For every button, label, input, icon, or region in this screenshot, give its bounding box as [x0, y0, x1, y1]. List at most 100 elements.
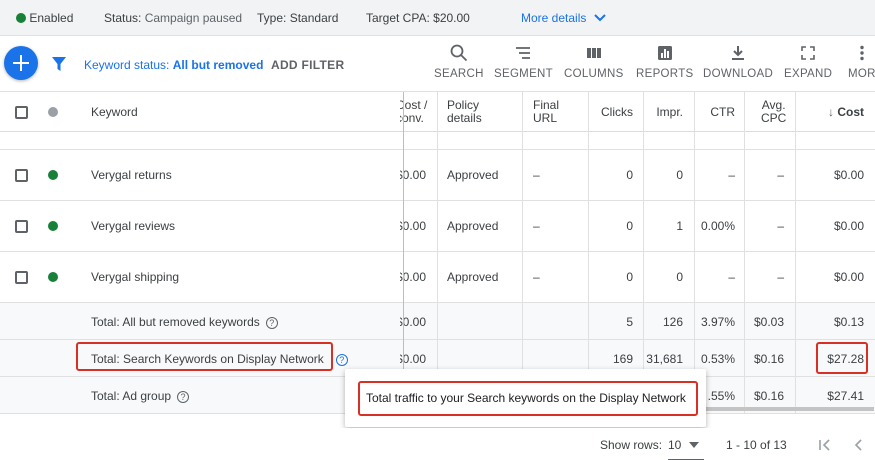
header-avg-cpc-line2: CPC [761, 111, 787, 125]
show-rows-select[interactable]: 10 [668, 438, 699, 452]
select-all-checkbox[interactable] [15, 106, 28, 119]
target-cpa: Target CPA: $20.00 [366, 11, 470, 25]
row-checkbox[interactable] [15, 271, 28, 284]
header-cost[interactable]: ↓ Cost [800, 106, 864, 119]
ctr-cell: 3.97% [700, 315, 735, 329]
row-checkbox[interactable] [15, 169, 28, 182]
header-impr[interactable]: Impr. [640, 106, 683, 119]
column-divider [437, 92, 438, 414]
previous-page-icon[interactable] [852, 438, 864, 452]
segment-tool-button[interactable]: SEGMENT [494, 44, 553, 80]
header-cost-conv-line2: conv. [400, 111, 424, 125]
expand-icon [801, 46, 815, 60]
campaign-status: Status: Campaign paused [104, 11, 242, 25]
columns-icon [586, 48, 601, 58]
row-checkbox[interactable] [15, 220, 28, 233]
header-ctr[interactable]: CTR [695, 106, 735, 119]
download-icon [732, 46, 745, 60]
help-icon[interactable]: ? [335, 354, 348, 366]
more-details-label: More details [521, 11, 587, 25]
keyword-status-prefix: Keyword status: [84, 58, 170, 72]
first-page-icon[interactable] [818, 438, 832, 452]
final-url-cell: – [533, 270, 540, 284]
show-rows-label: Show rows: [600, 438, 663, 452]
total-label-text: Total: All but removed keywords [91, 315, 260, 329]
status-label: Status: [104, 11, 142, 25]
search-tool-label: SEARCH [434, 68, 484, 80]
enabled-status: Enabled [16, 11, 73, 25]
avg-cpc-cell: – [777, 270, 784, 284]
filter-icon[interactable] [52, 56, 66, 72]
campaign-type: Type: Standard [257, 11, 338, 25]
columns-tool-button[interactable]: COLUMNS [564, 44, 624, 80]
expand-tool-button[interactable]: EXPAND [784, 44, 832, 80]
chevron-down-icon [594, 14, 606, 22]
total-label: Total: All but removed keywords? [91, 315, 278, 329]
highlight-box-tooltip [358, 381, 698, 416]
campaign-status-bar: Enabled Status: Campaign paused Type: St… [0, 0, 875, 36]
expand-tool-label: EXPAND [784, 68, 833, 80]
keyword-text[interactable]: Verygal shipping [91, 270, 179, 284]
cost-conv-cell: $0.00 [400, 219, 434, 233]
help-icon[interactable]: ? [265, 317, 278, 329]
cost-cell: $0.00 [833, 270, 864, 284]
header-cost-conv[interactable]: Cost / conv. [400, 99, 434, 125]
avg-cpc-cell: $0.03 [753, 315, 784, 329]
enabled-dot-icon [16, 13, 26, 23]
enabled-status-dot-icon[interactable] [48, 272, 58, 282]
impr-cell: 126 [662, 315, 683, 329]
cost-cell: $0.00 [833, 219, 864, 233]
keyword-text[interactable]: Verygal returns [91, 168, 172, 182]
impr-cell: 0 [676, 168, 683, 182]
policy-cell: Approved [447, 219, 499, 233]
impr-cell: 31,681 [646, 352, 683, 366]
add-button[interactable] [4, 46, 38, 80]
more-tool-button[interactable]: MOR [848, 44, 875, 80]
header-policy-details[interactable]: Policy details [447, 99, 482, 125]
header-final-url[interactable]: Final URL [533, 99, 559, 125]
reports-icon [657, 46, 672, 60]
keyword-status-filter[interactable]: Keyword status: All but removed [84, 58, 263, 72]
help-icon[interactable]: ? [177, 391, 190, 403]
keyword-text[interactable]: Verygal reviews [91, 219, 175, 233]
column-divider [588, 92, 589, 414]
search-icon [450, 44, 467, 62]
ctr-cell: – [728, 168, 735, 182]
column-divider [744, 92, 745, 414]
enabled-status-dot-icon[interactable] [48, 221, 58, 231]
pagination-footer: Show rows: 10 1 - 10 of 13 [0, 428, 875, 460]
header-policy-line2: details [447, 111, 482, 125]
policy-cell: Approved [447, 270, 499, 284]
final-url-cell: – [533, 219, 540, 233]
impr-cell: 1 [676, 219, 683, 233]
add-filter-button[interactable]: ADD FILTER [271, 58, 344, 72]
more-details-link[interactable]: More details [521, 11, 606, 25]
more-vert-icon [860, 45, 864, 61]
ctr-cell: – [728, 270, 735, 284]
reports-tool-button[interactable]: REPORTS [636, 44, 693, 80]
header-avg-cpc[interactable]: Avg. CPC [761, 99, 786, 125]
avg-cpc-cell: $0.16 [753, 352, 784, 366]
cost-conv-cell: $0.00 [400, 315, 434, 329]
column-divider [795, 92, 796, 414]
ctr-cell: 0.00% [700, 219, 735, 233]
impr-cell: 0 [676, 270, 683, 284]
type-label: Type: [257, 11, 287, 25]
pagination-range: 1 - 10 of 13 [726, 438, 787, 452]
header-keyword[interactable]: Keyword [91, 106, 138, 119]
cost-conv-cell: $0.00 [400, 352, 434, 366]
dropdown-arrow-icon [688, 442, 699, 448]
final-url-cell: – [533, 168, 540, 182]
header-cost-label: Cost [837, 105, 864, 119]
search-tool-button[interactable]: SEARCH [434, 44, 484, 80]
status-value: Campaign paused [144, 11, 243, 25]
avg-cpc-cell: – [777, 168, 784, 182]
enabled-label: Enabled [29, 11, 74, 25]
frozen-column-divider[interactable] [403, 92, 404, 414]
enabled-status-dot-icon[interactable] [48, 170, 58, 180]
horizontal-scrollbar[interactable] [704, 407, 874, 411]
show-rows-value: 10 [668, 438, 682, 452]
cost-cell: $0.13 [833, 315, 864, 329]
policy-cell: Approved [447, 168, 499, 182]
download-tool-button[interactable]: DOWNLOAD [703, 44, 773, 80]
